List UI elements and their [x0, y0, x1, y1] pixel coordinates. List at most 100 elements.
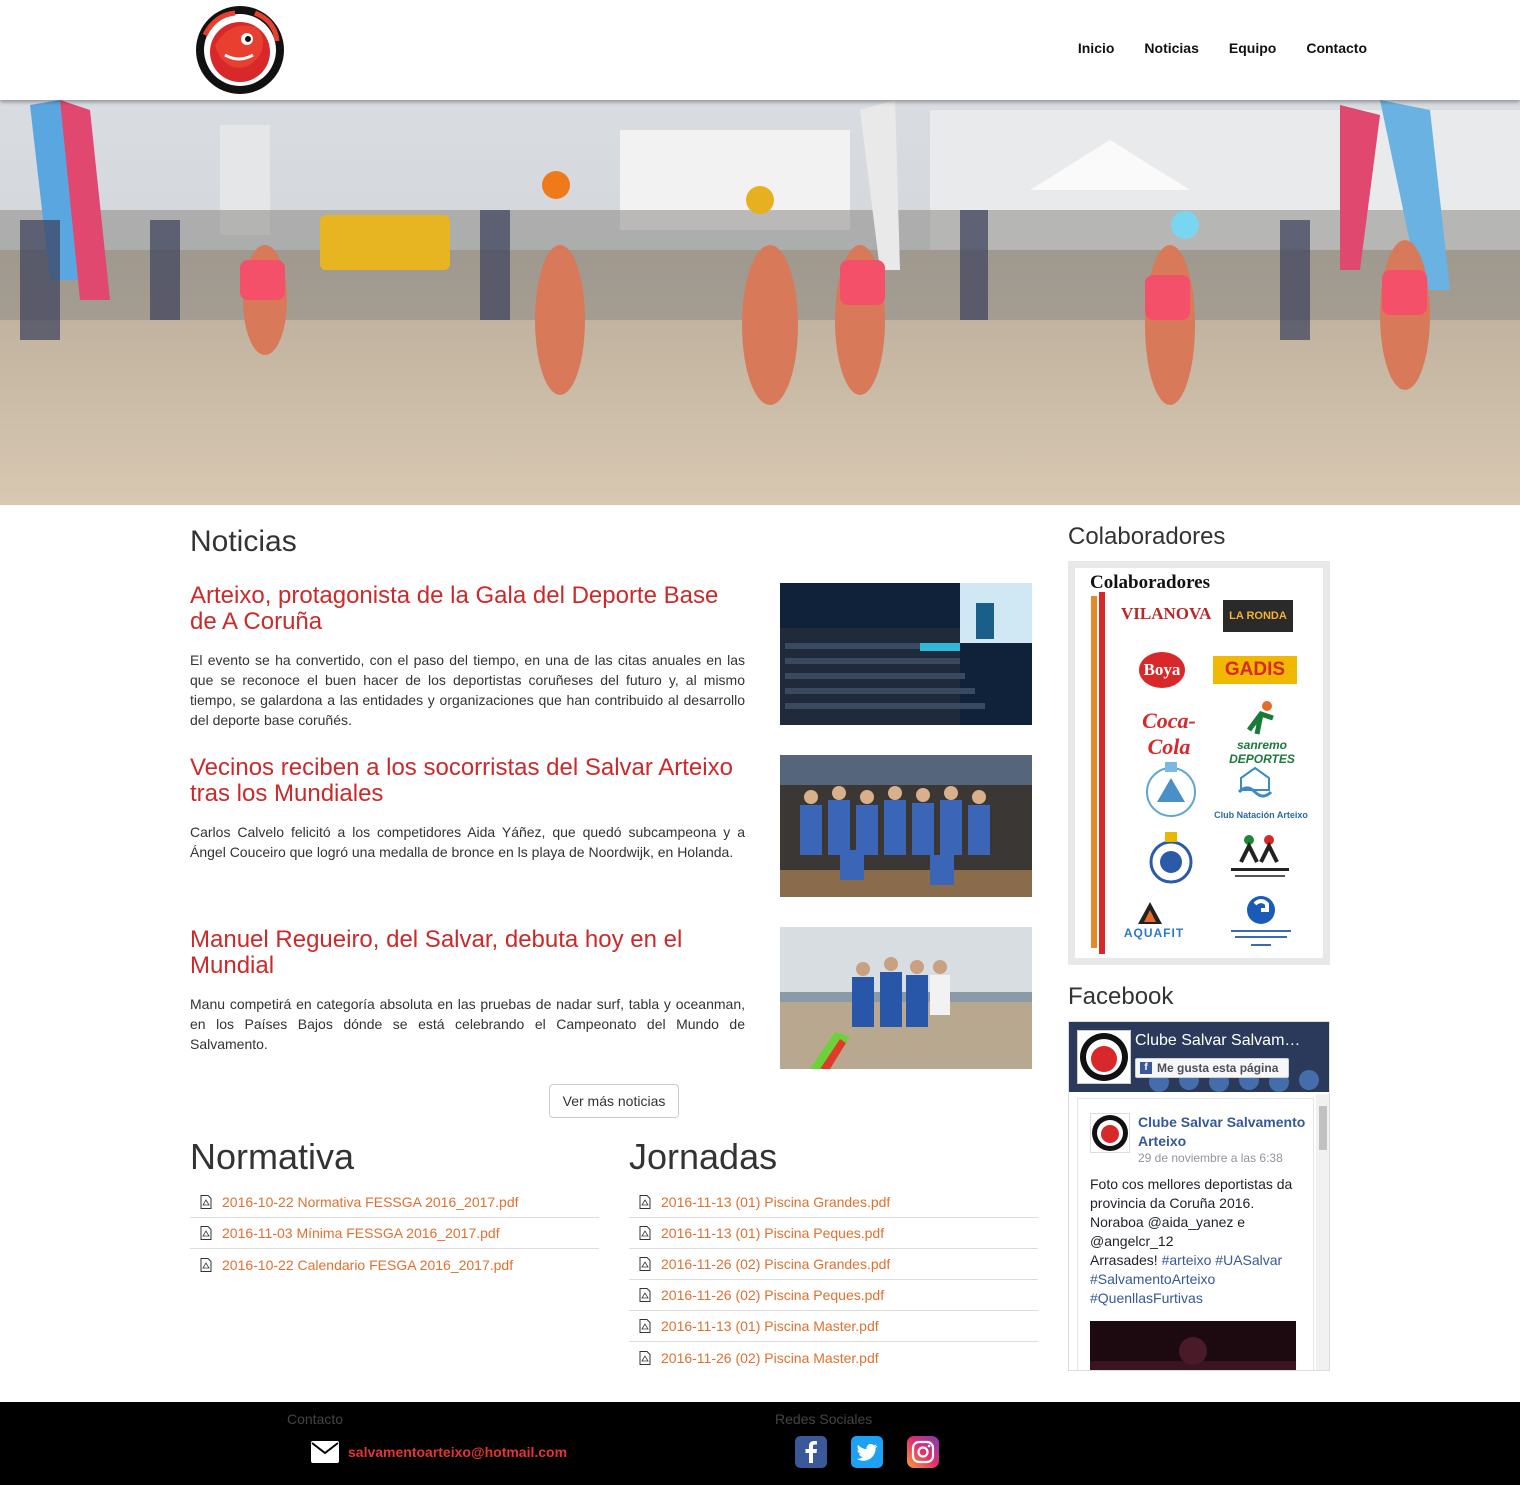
nav-noticias[interactable]: Noticias: [1144, 40, 1198, 56]
news-item: Arteixo, protagonista de la Gala del Dep…: [190, 583, 1032, 728]
news-section-title: Noticias: [190, 525, 297, 558]
contact-email-link[interactable]: salvamentoarteixo@hotmail.com: [348, 1444, 567, 1460]
instagram-icon[interactable]: [907, 1436, 939, 1468]
sponsor-vilanova: VILANOVA: [1121, 604, 1212, 623]
sponsor-boya: Boya: [1139, 652, 1185, 688]
federacion-salvamento-logo: [1231, 896, 1291, 946]
list-item: 2016-11-26 (02) Piscina Peques.pdf: [629, 1280, 1038, 1311]
news-thumbnail[interactable]: [780, 927, 1032, 1069]
file-link[interactable]: 2016-11-13 (01) Piscina Master.pdf: [661, 1318, 879, 1334]
facebook-cover: Clube Salvar Salvamento Arteixo f Me gust…: [1069, 1022, 1329, 1092]
pdf-file-icon: [639, 1319, 651, 1333]
hashtag-link[interactable]: #QuenllasFurtivas: [1090, 1290, 1203, 1306]
sponsor-la-ronda: LA RONDA: [1223, 600, 1293, 632]
post-author-name[interactable]: Clube Salvar Salvamento Arteixo: [1138, 1113, 1308, 1151]
top-navbar: Inicio Noticias Equipo Contacto: [0, 0, 1520, 100]
sponsor-sanremo: sanremo DEPORTES: [1229, 738, 1295, 766]
news-excerpt: El evento se ha convertido, con el paso …: [190, 652, 745, 728]
envelope-icon: [311, 1441, 339, 1463]
sponsor-aquafit: AQUAFIT: [1123, 926, 1185, 940]
facebook-icon[interactable]: [795, 1436, 827, 1468]
news-item: Manuel Regueiro, del Salvar, debuta hoy …: [190, 927, 1032, 1069]
sponsor-club-natacion: Club Natación Arteixo: [1214, 810, 1308, 820]
post-text: Foto cos mellores deportistas da provinc…: [1090, 1175, 1300, 1308]
facebook-like-button[interactable]: f Me gusta esta página: [1135, 1058, 1289, 1078]
file-link[interactable]: 2016-10-22 Calendario FESGA 2016_2017.pd…: [222, 1257, 513, 1273]
list-item: 2016-10-22 Calendario FESGA 2016_2017.pd…: [190, 1249, 599, 1280]
footer-social-label: Redes Sociales: [775, 1411, 873, 1427]
file-link[interactable]: 2016-10-22 Normativa FESSGA 2016_2017.pd…: [222, 1194, 519, 1210]
sanremo-figure-icon: [1247, 701, 1274, 735]
news-title[interactable]: Manuel Regueiro, del Salvar, debuta hoy …: [190, 927, 745, 979]
twitter-icon[interactable]: [851, 1436, 883, 1468]
facebook-scrollbar[interactable]: [1316, 1094, 1329, 1370]
post-body-2: Arrasades!: [1090, 1252, 1158, 1268]
more-news-button[interactable]: Ver más noticias: [549, 1084, 679, 1118]
normativa-list: 2016-10-22 Normativa FESSGA 2016_2017.pd…: [190, 1187, 599, 1280]
sponsor-gadis: GADIS: [1213, 656, 1297, 684]
news-excerpt: Carlos Calvelo felicitó a los competidor…: [190, 824, 745, 860]
list-item: 2016-11-13 (01) Piscina Peques.pdf: [629, 1218, 1038, 1249]
scrollbar-thumb[interactable]: [1319, 1106, 1327, 1150]
pdf-file-icon: [200, 1195, 212, 1209]
jornadas-list: 2016-11-13 (01) Piscina Grandes.pdf 2016…: [629, 1187, 1038, 1373]
post-date[interactable]: 29 de noviembre a las 6:38: [1138, 1151, 1283, 1165]
list-item: 2016-11-26 (02) Piscina Master.pdf: [629, 1342, 1038, 1373]
list-item: 2016-11-26 (02) Piscina Grandes.pdf: [629, 1249, 1038, 1280]
footer: Contacto salvamentoarteixo@hotmail.com R…: [0, 1402, 1520, 1485]
news-title[interactable]: Arteixo, protagonista de la Gala del Dep…: [190, 583, 745, 635]
facebook-title: Facebook: [1068, 983, 1174, 1010]
collaborators-image: Colaboradores VILANOVA LA RONDA Boya GAD…: [1068, 561, 1330, 965]
jornadas-title: Jornadas: [629, 1136, 778, 1177]
facebook-post: Clube Salvar Salvamento Arteixo 29 de no…: [1077, 1098, 1314, 1370]
file-link[interactable]: 2016-11-13 (01) Piscina Peques.pdf: [661, 1225, 884, 1241]
file-link[interactable]: 2016-11-26 (02) Piscina Master.pdf: [661, 1350, 879, 1366]
post-body: Foto cos mellores deportistas da provinc…: [1090, 1176, 1293, 1249]
arteixo-crest-logo: [1149, 832, 1193, 884]
hashtag-link[interactable]: #SalvamentoArteixo: [1090, 1271, 1215, 1287]
list-item: 2016-10-22 Normativa FESSGA 2016_2017.pd…: [190, 1187, 599, 1218]
file-link[interactable]: 2016-11-13 (01) Piscina Grandes.pdf: [661, 1194, 890, 1210]
servicio-municipal-logo: [1231, 835, 1289, 877]
normativa-title: Normativa: [190, 1136, 355, 1177]
list-item: 2016-11-13 (01) Piscina Grandes.pdf: [629, 1187, 1038, 1218]
pdf-file-icon: [639, 1350, 651, 1365]
facebook-page-name[interactable]: Clube Salvar Salvamento Arteixo: [1135, 1032, 1305, 1050]
pdf-file-icon: [639, 1195, 651, 1209]
pdf-file-icon: [639, 1226, 651, 1240]
hero-image: [0, 100, 1520, 505]
file-link[interactable]: 2016-11-26 (02) Piscina Peques.pdf: [661, 1287, 884, 1303]
news-thumbnail[interactable]: [780, 755, 1032, 897]
salvar-logo[interactable]: [195, 5, 285, 95]
facebook-page-avatar[interactable]: [1077, 1030, 1131, 1084]
decor-bar: [1091, 596, 1097, 948]
collaborators-title: Colaboradores: [1068, 523, 1226, 550]
sponsor-coca-cola: Coca-Cola: [1142, 708, 1196, 759]
club-natacion-logo: [1237, 766, 1273, 798]
pdf-file-icon: [639, 1257, 651, 1271]
news-thumbnail[interactable]: [780, 583, 1032, 725]
hero-banner: [0, 100, 1520, 505]
news-title[interactable]: Vecinos reciben a los socorristas del Sa…: [190, 755, 745, 807]
post-image[interactable]: [1090, 1321, 1296, 1370]
collaborators-image-heading: Colaboradores: [1090, 572, 1210, 593]
hashtag-link[interactable]: #UASalvar: [1215, 1252, 1282, 1268]
facebook-icon: f: [1140, 1062, 1152, 1074]
nav-equipo[interactable]: Equipo: [1229, 40, 1276, 56]
pdf-file-icon: [639, 1288, 651, 1302]
news-excerpt: Manu competirá en categoría absoluta en …: [190, 996, 745, 1052]
proteccion-civil-logo: [1146, 762, 1196, 817]
file-link[interactable]: 2016-11-03 Mínima FESSGA 2016_2017.pdf: [222, 1225, 500, 1241]
like-label: Me gusta esta página: [1157, 1061, 1279, 1075]
footer-contact-label: Contacto: [287, 1411, 344, 1427]
aquafit-icon: [1138, 902, 1162, 924]
nav-inicio[interactable]: Inicio: [1078, 40, 1115, 56]
post-author-avatar[interactable]: [1090, 1113, 1130, 1153]
list-item: 2016-11-03 Mínima FESSGA 2016_2017.pdf: [190, 1218, 599, 1249]
nav-contacto[interactable]: Contacto: [1306, 40, 1367, 56]
news-item: Vecinos reciben a los socorristas del Sa…: [190, 755, 1032, 897]
facebook-widget: Clube Salvar Salvamento Arteixo f Me gust…: [1068, 1021, 1330, 1371]
file-link[interactable]: 2016-11-26 (02) Piscina Grandes.pdf: [661, 1256, 890, 1272]
hashtag-link[interactable]: #arteixo: [1162, 1252, 1212, 1268]
list-item: 2016-11-13 (01) Piscina Master.pdf: [629, 1311, 1038, 1342]
